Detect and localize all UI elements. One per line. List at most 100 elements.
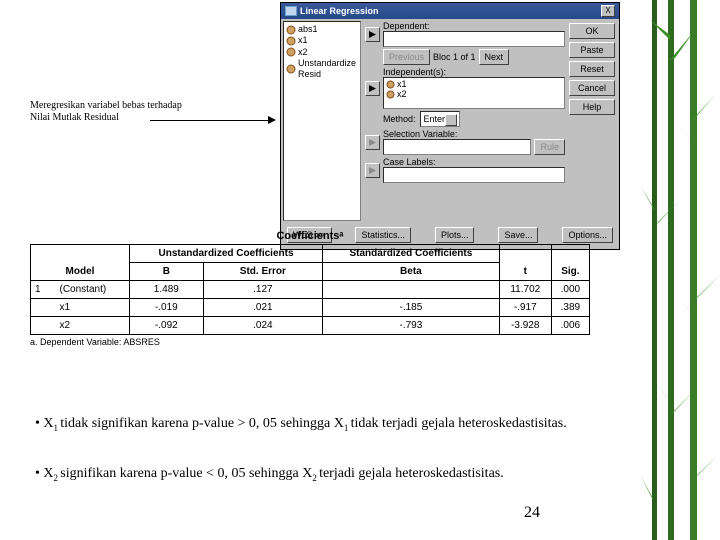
var-item[interactable]: abs1 xyxy=(286,24,358,35)
var-label: x2 xyxy=(298,47,308,58)
variable-icon xyxy=(286,25,296,35)
selection-field[interactable] xyxy=(383,139,531,155)
case-labels-field[interactable] xyxy=(383,167,565,183)
cell-beta: -.185 xyxy=(323,299,500,317)
app-icon xyxy=(285,6,297,16)
coefficients-table: Model Unstandardized Coefficients Standa… xyxy=(30,244,590,335)
reset-button[interactable]: Reset xyxy=(569,61,615,77)
dialog-title: Linear Regression xyxy=(300,6,379,16)
cell-model: 1 xyxy=(31,281,56,299)
table-row: x1 -.019 .021 -.185 -.917 .389 xyxy=(31,299,590,317)
cell-name: x1 xyxy=(56,299,130,317)
dialog-body: abs1 x1 x2 Unstandardize Resid Dependent… xyxy=(281,19,619,223)
method-label: Method: xyxy=(383,114,416,124)
cell-name: (Constant) xyxy=(56,281,130,299)
th-std: Standardized Coefficients xyxy=(323,245,500,263)
move-right-button[interactable] xyxy=(365,81,380,96)
cell-beta: -.793 xyxy=(323,317,500,335)
bullet-2: • X2 signifikan karena p-value < 0, 05 s… xyxy=(35,465,615,484)
dependent-field[interactable] xyxy=(383,31,565,47)
variable-icon xyxy=(386,90,395,99)
table-footnote: a. Dependent Variable: ABSRES xyxy=(30,337,590,347)
cell-name: x2 xyxy=(56,317,130,335)
cell-beta xyxy=(323,281,500,299)
block-label: Bloc 1 of 1 xyxy=(433,52,476,62)
cell-b: -.019 xyxy=(129,299,203,317)
th-model: Model xyxy=(31,245,130,281)
selection-label: Selection Variable: xyxy=(383,129,565,139)
bullet-1-text-a: tidak signifikan karena p-value > 0, 05 … xyxy=(60,416,344,431)
annotation-line2: Nilai Mutlak Residual xyxy=(30,112,119,123)
table-row: x2 -.092 .024 -.793 -3.928 .006 xyxy=(31,317,590,335)
th-beta: Beta xyxy=(323,263,500,281)
previous-button[interactable]: Previous xyxy=(383,49,430,65)
th-se: Std. Error xyxy=(203,263,322,281)
var-label: abs1 xyxy=(298,24,318,35)
bullet-1-text-b: tidak terjadi gejala heteroskedastisitas… xyxy=(351,416,567,431)
indep-label: x2 xyxy=(397,89,407,99)
dialog-mid-column: Dependent: Previous Bloc 1 of 1 Next Ind… xyxy=(363,21,567,221)
method-value: Enter xyxy=(424,114,446,124)
arrow-right-icon xyxy=(369,167,376,174)
th-b: B xyxy=(129,263,203,281)
indep-item[interactable]: x2 xyxy=(386,89,562,99)
cell-se: .024 xyxy=(203,317,322,335)
independent-label: Independent(s): xyxy=(383,67,565,77)
independent-box[interactable]: x1 x2 xyxy=(383,77,565,109)
cell-se: .021 xyxy=(203,299,322,317)
slide-page: Meregresikan variabel bebas terhadap Nil… xyxy=(0,0,640,540)
variable-list[interactable]: abs1 x1 x2 Unstandardize Resid xyxy=(283,21,361,221)
move-right-button[interactable] xyxy=(365,163,380,178)
close-button[interactable]: X xyxy=(601,5,615,17)
ok-button[interactable]: OK xyxy=(569,23,615,39)
cell-sig: .389 xyxy=(551,299,589,317)
coefficients-title: Coefficientsᵃ xyxy=(30,230,590,242)
variable-icon xyxy=(386,80,395,89)
method-select[interactable]: Enter xyxy=(420,111,461,127)
dialog-titlebar: Linear Regression X xyxy=(281,3,619,19)
paste-button[interactable]: Paste xyxy=(569,42,615,58)
coefficients-table-wrap: Coefficientsᵃ Model Unstandardized Coeff… xyxy=(30,230,590,347)
bullet-1: • X1 tidak signifikan karena p-value > 0… xyxy=(35,415,615,434)
table-row: 1 (Constant) 1.489 .127 11.702 .000 xyxy=(31,281,590,299)
variable-icon xyxy=(286,64,296,74)
var-item[interactable]: x2 xyxy=(286,47,358,58)
cell-model xyxy=(31,317,56,335)
help-button[interactable]: Help xyxy=(569,99,615,115)
cell-model xyxy=(31,299,56,317)
th-unstd: Unstandardized Coefficients xyxy=(129,245,322,263)
arrow-right-icon xyxy=(369,85,376,92)
linear-regression-dialog: Linear Regression X abs1 x1 x2 Unstandar… xyxy=(280,2,620,250)
cell-se: .127 xyxy=(203,281,322,299)
th-t: t xyxy=(499,245,551,281)
variable-icon xyxy=(286,47,296,57)
cell-sig: .000 xyxy=(551,281,589,299)
case-labels-label: Case Labels: xyxy=(383,157,565,167)
bullet-2-text-a: signifikan karena p-value < 0, 05 sehing… xyxy=(60,466,312,481)
cell-t: -.917 xyxy=(499,299,551,317)
move-right-button[interactable] xyxy=(365,135,380,150)
var-item[interactable]: Unstandardize Resid xyxy=(286,58,358,81)
cancel-button[interactable]: Cancel xyxy=(569,80,615,96)
next-button[interactable]: Next xyxy=(479,49,510,65)
bamboo-decoration xyxy=(640,0,720,540)
bamboo-icon xyxy=(640,0,720,540)
page-number: 24 xyxy=(524,504,540,522)
cell-b: 1.489 xyxy=(129,281,203,299)
dependent-label: Dependent: xyxy=(383,21,565,31)
cell-t: -3.928 xyxy=(499,317,551,335)
cell-b: -.092 xyxy=(129,317,203,335)
cell-sig: .006 xyxy=(551,317,589,335)
move-right-button[interactable] xyxy=(365,27,380,42)
arrow-right-icon xyxy=(369,139,376,146)
indep-item[interactable]: x1 xyxy=(386,79,562,89)
rule-button[interactable]: Rule xyxy=(534,139,565,155)
cell-t: 11.702 xyxy=(499,281,551,299)
th-sig: Sig. xyxy=(551,245,589,281)
annotation-line1: Meregresikan variabel bebas terhadap xyxy=(30,100,182,111)
var-item[interactable]: x1 xyxy=(286,35,358,46)
indep-label: x1 xyxy=(397,79,407,89)
arrow-right-icon xyxy=(369,31,376,38)
dialog-right-buttons: OK Paste Reset Cancel Help xyxy=(569,21,617,221)
arrow-line xyxy=(150,120,270,121)
